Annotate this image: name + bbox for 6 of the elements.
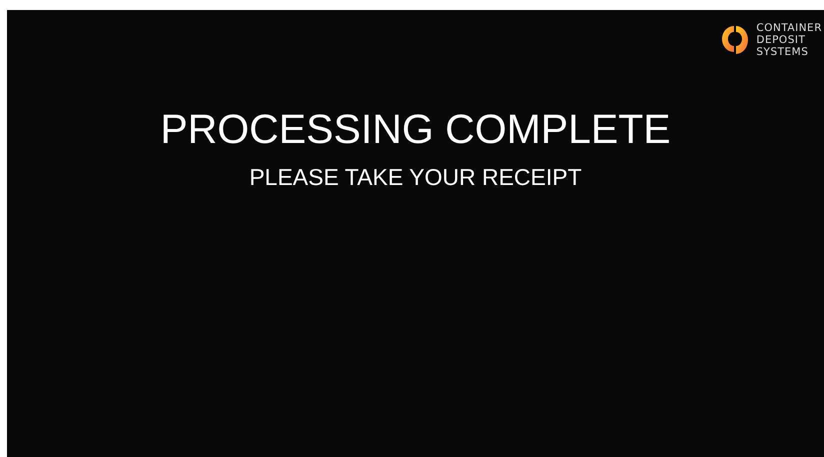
logo-text: CONTAINER (756, 22, 822, 34)
logo-text: DEPOSIT (756, 34, 806, 46)
title: PROCESSING COMPLETE (160, 105, 671, 153)
logo-icon (722, 24, 748, 56)
subtitle: PLEASE TAKE YOUR RECEIPT (249, 163, 582, 191)
logo-text: SYSTEMS (756, 46, 810, 58)
